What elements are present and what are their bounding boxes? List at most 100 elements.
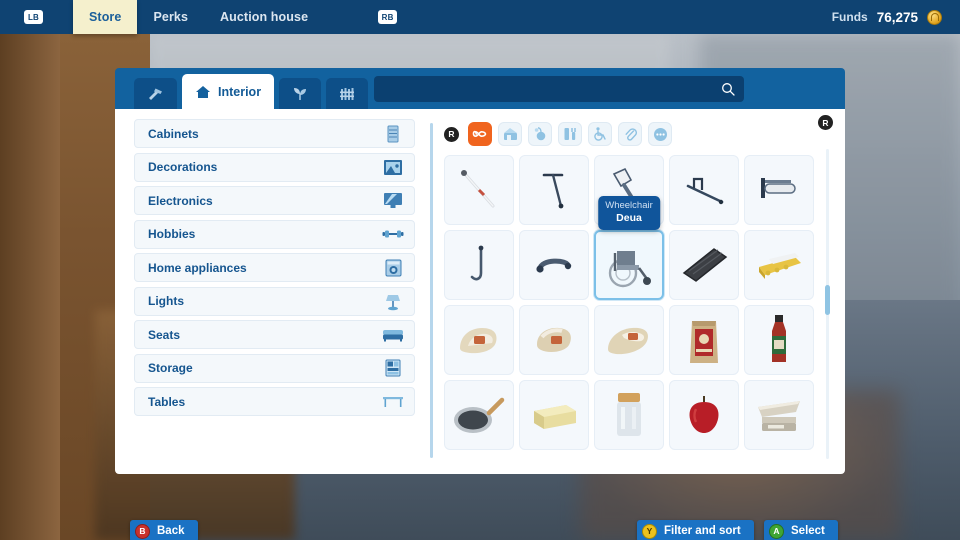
tab-garden[interactable] <box>279 78 322 109</box>
item-cell-wheelchair[interactable] <box>594 230 664 300</box>
tools-icon <box>564 128 576 140</box>
picture-frame-icon <box>382 156 404 178</box>
category-label: Decorations <box>148 160 218 174</box>
category-label: Home appliances <box>148 260 247 275</box>
item-cell-grab-bar[interactable] <box>519 230 589 300</box>
back-button-label: Back <box>157 525 185 537</box>
search-icon[interactable] <box>721 82 735 96</box>
category-label: Storage <box>148 361 193 375</box>
item-grid: Wheelchair Deua <box>444 155 845 450</box>
scrollbar-thumb[interactable] <box>825 285 830 315</box>
right-stick-badge: R <box>444 126 459 142</box>
cane-white-icon <box>461 170 495 208</box>
wheelchair-item-icon <box>608 251 651 288</box>
shower-rail-icon <box>470 245 484 281</box>
funds-label: Funds <box>831 10 868 24</box>
item-cell-grab-bar-angled[interactable] <box>669 155 739 225</box>
ramp-icon <box>682 248 728 282</box>
tooltip-item-name: Wheelchair <box>605 200 653 211</box>
b-button-icon: B <box>135 523 150 539</box>
filter-toolbar: R <box>430 119 845 149</box>
game-store-screen: LB Store Perks Auction house RB Funds 76… <box>0 0 960 540</box>
nav-tab-auction-house[interactable]: Auction house <box>204 0 324 34</box>
tab-interior-label: Interior <box>218 84 262 99</box>
filter-and-sort-label: Filter and sort <box>664 525 741 537</box>
house-icon <box>196 85 210 98</box>
tooltip-item-brand: Deua <box>616 212 642 224</box>
food-icon <box>534 127 545 141</box>
funds-display: Funds 76,275 <box>831 9 942 25</box>
item-cell-glass-jar[interactable] <box>594 380 664 450</box>
item-cell-handrail[interactable] <box>744 155 814 225</box>
category-label: Tables <box>148 394 186 409</box>
search-bar[interactable] <box>374 76 744 102</box>
category-list: Cabinets Decorations Electronics Hobbies… <box>115 109 430 474</box>
slipper-a-icon <box>460 328 497 354</box>
item-cell-cane-white[interactable] <box>444 155 514 225</box>
item-tooltip: Wheelchair Deua <box>598 196 660 230</box>
item-cell-ramp[interactable] <box>669 230 739 300</box>
shelf-icon <box>382 357 404 379</box>
left-bumper-hint: LB <box>24 10 43 24</box>
filter-and-sort-button[interactable]: Y Filter and sort <box>637 520 754 540</box>
nav-tab-store[interactable]: Store <box>73 0 138 34</box>
filter-button-food[interactable] <box>528 122 552 146</box>
item-cell-slipper-a[interactable] <box>444 305 514 375</box>
item-cell-apple[interactable] <box>669 380 739 450</box>
select-button[interactable]: A Select <box>764 520 838 540</box>
item-cell-flour-bag[interactable] <box>669 305 739 375</box>
sauce-bottle-icon <box>772 315 786 362</box>
item-cell-butter-block[interactable] <box>519 380 589 450</box>
item-cell-walking-cane[interactable] <box>519 155 589 225</box>
item-cell-sandal[interactable] <box>594 305 664 375</box>
item-grid-wrapper: Wheelchair Deua <box>430 149 845 474</box>
category-item-tables[interactable]: Tables <box>134 387 415 416</box>
nav-tab-perks[interactable]: Perks <box>137 0 204 34</box>
category-item-hobbies[interactable]: Hobbies <box>134 219 415 249</box>
item-cell-sauce-bottle[interactable] <box>744 305 814 375</box>
dumbbell-icon <box>382 223 404 245</box>
category-item-electronics[interactable]: Electronics <box>134 186 415 215</box>
item-cell-slipper-b[interactable] <box>519 305 589 375</box>
category-tab-strip: Interior <box>134 68 369 109</box>
filter-button-attachments[interactable] <box>618 122 642 146</box>
item-cell-frying-pan[interactable] <box>444 380 514 450</box>
select-button-label: Select <box>791 525 825 537</box>
item-cell-shower-rail[interactable] <box>444 230 514 300</box>
plant-icon <box>294 88 307 100</box>
tab-build[interactable] <box>134 78 177 109</box>
filter-button-furniture[interactable] <box>498 122 522 146</box>
glass-jar-icon <box>617 393 641 436</box>
filter-button-more[interactable] <box>648 122 672 146</box>
category-item-decorations[interactable]: Decorations <box>134 152 415 182</box>
category-item-home-appliances[interactable]: Home appliances <box>134 253 415 282</box>
category-item-seats[interactable]: Seats <box>134 320 415 349</box>
category-item-storage[interactable]: Storage <box>134 353 415 383</box>
item-cell-yellow-bench[interactable] <box>744 230 814 300</box>
category-label: Electronics <box>148 193 213 208</box>
grid-right-stick-badge: R <box>818 115 833 130</box>
sandal-icon <box>608 327 648 355</box>
category-item-cabinets[interactable]: Cabinets <box>134 119 415 148</box>
item-cell-kitchen-scale[interactable] <box>744 380 814 450</box>
fence-icon <box>340 87 355 100</box>
tab-interior[interactable]: Interior <box>182 74 275 109</box>
frying-pan-icon <box>454 397 505 433</box>
funds-amount: 76,275 <box>876 9 918 25</box>
filter-button-tools[interactable] <box>558 122 582 146</box>
grab-bar-icon <box>536 258 572 273</box>
back-button[interactable]: B Back <box>130 520 198 540</box>
item-cell-crutch[interactable]: Wheelchair Deua <box>594 155 664 230</box>
kitchen-scale-icon <box>758 401 800 431</box>
top-navigation-bar: LB Store Perks Auction house RB Funds 76… <box>0 0 960 34</box>
filter-button-accessibility[interactable] <box>588 122 612 146</box>
armchair-icon <box>382 324 404 346</box>
right-bumper-hint: RB <box>378 10 398 24</box>
store-panel-header: Interior <box>115 68 845 109</box>
search-input[interactable] <box>383 76 721 102</box>
filter-button-all[interactable] <box>468 122 492 146</box>
walking-cane-icon <box>542 173 564 209</box>
tab-fence[interactable] <box>326 78 369 109</box>
category-item-lights[interactable]: Lights <box>134 286 415 316</box>
y-button-icon: Y <box>642 523 657 539</box>
